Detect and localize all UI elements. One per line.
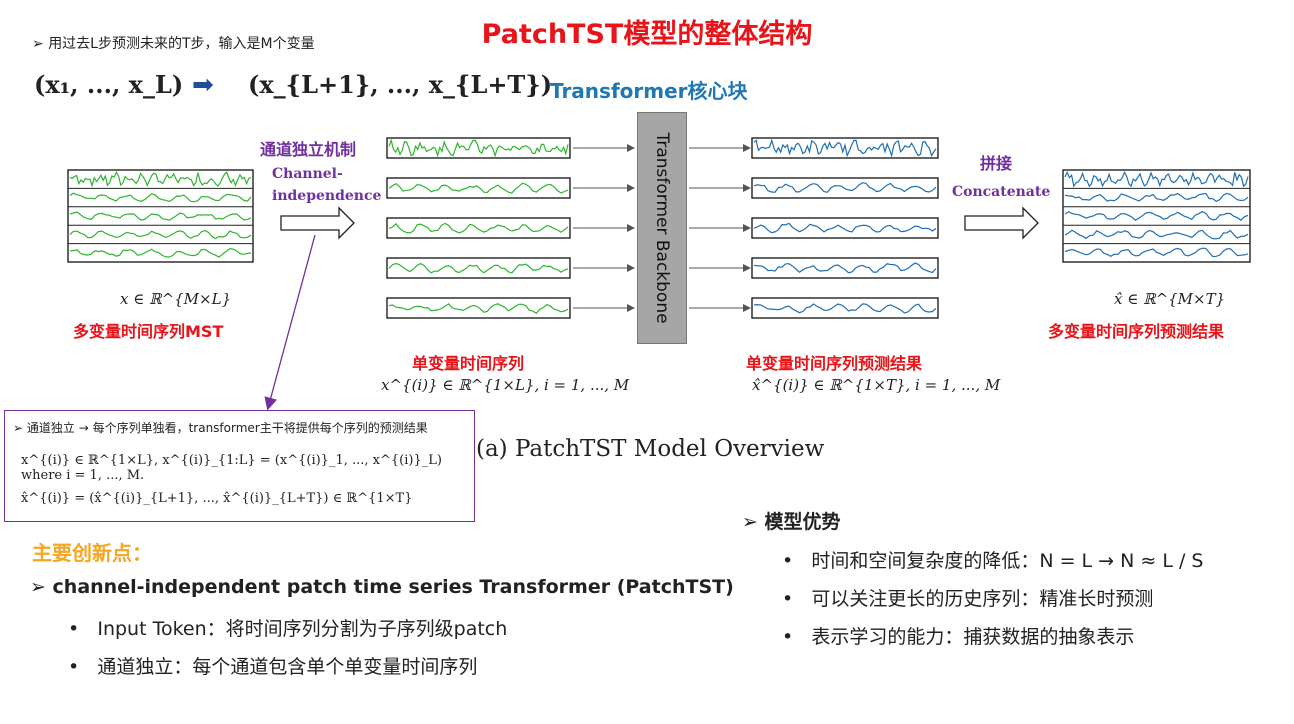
bullet-arrow-icon: ➢: [742, 511, 758, 533]
callout-pointer: [264, 234, 316, 411]
mst-pred-label: 多变量时间序列预测结果: [1048, 322, 1225, 341]
overview-caption: (a) PatchTST Model Overview: [476, 436, 825, 462]
pred-series-box: [751, 257, 939, 279]
advantage-item: • 可以关注更长的历史序列：精准长时预测: [782, 588, 1154, 610]
advantages-title: ➢ 模型优势: [742, 511, 841, 533]
innovation-item: • Input Token：将时间序列分割为子序列级patch: [68, 618, 508, 640]
callout-line2: x^{(i)} ∈ ℝ^{1×L}, x^{(i)}_{1:L} = (x^{(…: [21, 453, 442, 483]
innovations-title: 主要创新点：: [32, 541, 152, 565]
bullet-arrow-icon: ➢: [13, 421, 24, 435]
bullet-dot-icon: •: [68, 656, 80, 678]
bullet-dot-icon: •: [782, 626, 794, 648]
innovation-item: • 通道独立：每个通道包含单个单变量时间序列: [68, 656, 478, 678]
mst-pred-formula: x̂ ∈ ℝ^{M×T}: [1114, 290, 1226, 308]
bullet-dot-icon: •: [782, 588, 794, 610]
bullet-dot-icon: •: [68, 618, 80, 640]
callout-line3: x̂^{(i)} = (x̂^{(i)}_{L+1}, ..., x̂^{(i)…: [21, 491, 413, 506]
uni-pred-label: 单变量时间序列预测结果: [746, 354, 923, 373]
mst-label: 多变量时间序列MST: [73, 322, 224, 341]
advantage-item: • 表示学习的能力：捕获数据的抽象表示: [782, 626, 1135, 648]
uni-label: 单变量时间序列: [412, 354, 525, 373]
transformer-backbone: Transformer Backbone: [637, 112, 687, 344]
block-arrow-icon: [964, 206, 1039, 240]
uni-formula: x^{(i)} ∈ ℝ^{1×L}, i = 1, ..., M: [381, 376, 630, 394]
uni-pred-formula: x̂^{(i)} ∈ ℝ^{1×T}, i = 1, ..., M: [752, 376, 1001, 394]
advantage-item: • 时间和空间复杂度的降低：N = L → N ≈ L / S: [782, 550, 1204, 572]
backbone-label: Transformer Backbone: [652, 132, 672, 324]
callout-box: ➢ 通道独立 → 每个序列单独看，transformer主干将提供每个序列的预测…: [4, 410, 475, 522]
bullet-arrow-icon: ➢: [30, 576, 46, 598]
callout-line1: ➢ 通道独立 → 每个序列单独看，transformer主干将提供每个序列的预测…: [13, 421, 428, 435]
innovations-main: ➢ channel-independent patch time series …: [30, 576, 734, 598]
bullet-dot-icon: •: [782, 550, 794, 572]
mst-block: [67, 169, 254, 263]
block-arrow-icon: [280, 206, 355, 240]
mst-formula: x ∈ ℝ^{M×L}: [120, 290, 232, 308]
